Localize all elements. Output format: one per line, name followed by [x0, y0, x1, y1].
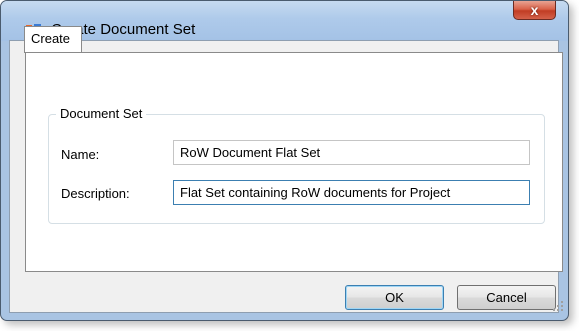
close-icon: x: [530, 2, 539, 18]
close-button[interactable]: x: [513, 1, 556, 20]
name-label: Name:: [61, 147, 100, 162]
title-bar[interactable]: Create Document Set x: [1, 1, 568, 41]
description-label: Description:: [61, 186, 130, 201]
document-set-group: [48, 114, 545, 224]
name-input[interactable]: RoW Document Flat Set: [173, 140, 530, 165]
group-label: Document Set: [56, 106, 147, 121]
description-input[interactable]: Flat Set containing RoW documents for Pr…: [173, 180, 530, 205]
resize-grip-icon[interactable]: [552, 300, 564, 312]
ok-button[interactable]: OK: [345, 285, 444, 310]
cancel-button[interactable]: Cancel: [457, 285, 556, 310]
tab-create[interactable]: Create: [24, 26, 82, 53]
